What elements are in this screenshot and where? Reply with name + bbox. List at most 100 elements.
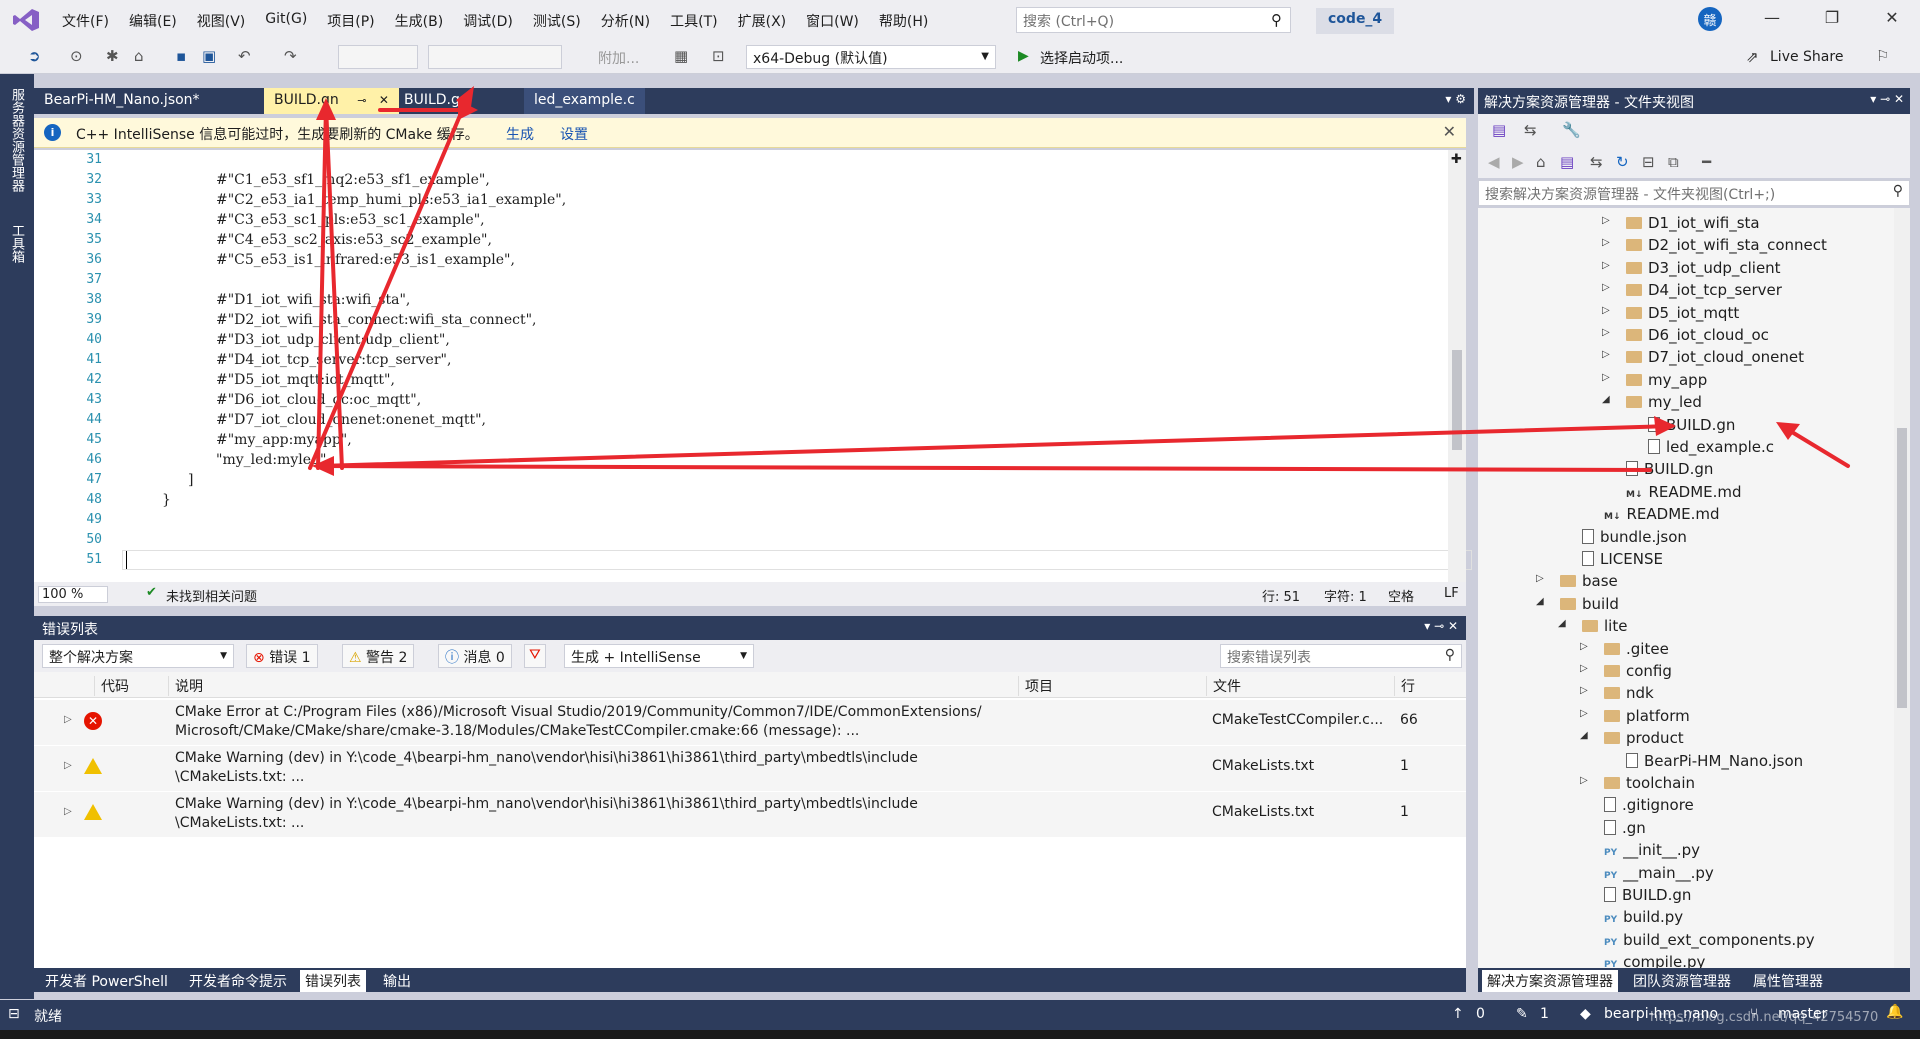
whitespace-status[interactable]: 空格 (1388, 586, 1414, 605)
expand-icon[interactable]: ▷ (1580, 685, 1588, 696)
attach-button[interactable]: 附加... (598, 48, 639, 68)
tab-build-gn-active[interactable]: BUILD.gn ⊸ ✕ (264, 88, 399, 114)
pencil-icon[interactable]: ✎ (1516, 1006, 1528, 1022)
tree-item[interactable]: ▷ my_app (1602, 371, 1707, 391)
code-line[interactable]: #"D7_iot_cloud_onenet:onenet_mqtt", (216, 412, 486, 428)
expand-icon[interactable]: ▷ (1580, 663, 1588, 674)
tree-item[interactable]: PY build.py (1604, 908, 1683, 928)
redo-icon[interactable]: ↷ (284, 47, 297, 65)
open-icon[interactable]: ⌂ (134, 47, 144, 65)
expand-icon[interactable]: ▷ (1602, 372, 1610, 383)
tree-item[interactable]: BUILD.gn (1626, 460, 1713, 480)
new-project-icon[interactable]: ✱ (106, 47, 119, 65)
live-share-button[interactable]: Live Share (1770, 49, 1843, 65)
tree-item[interactable]: PY compile.py (1604, 953, 1705, 968)
scrollbar-thumb[interactable] (1452, 350, 1462, 450)
code-line[interactable]: #"C2_e53_ia1_temp_humi_pls:e53_ia1_examp… (216, 192, 566, 208)
menu-item[interactable]: 生成(B) (385, 9, 454, 33)
search-input[interactable]: 搜索 (Ctrl+Q) ⚲ (1016, 7, 1291, 33)
tab-team-explorer[interactable]: 团队资源管理器 (1628, 970, 1736, 992)
tree-item[interactable]: ◢ build (1536, 595, 1619, 615)
refresh-icon[interactable]: ↻ (1616, 153, 1629, 171)
maximize-icon[interactable]: ❐ (1820, 8, 1844, 27)
menu-item[interactable]: 视图(V) (187, 9, 256, 33)
menu-item[interactable]: 编辑(E) (119, 9, 187, 33)
tree-item[interactable]: .gn (1604, 819, 1646, 839)
avatar[interactable]: 赣 (1698, 7, 1722, 31)
toolbox-tab[interactable]: 工具箱 (7, 224, 26, 263)
panel-controls-icon[interactable]: ▾ ⊸ ✕ (1870, 92, 1904, 106)
tree-item[interactable]: ◢ my_led (1602, 393, 1702, 413)
tree-item[interactable]: ▷ toolchain (1580, 774, 1695, 794)
expand-icon[interactable]: ▷ (1536, 573, 1544, 584)
split-icon[interactable]: ✚ (1451, 152, 1462, 167)
menu-item[interactable]: 扩展(X) (728, 9, 797, 33)
forward-icon[interactable]: ⊙ (70, 47, 83, 65)
tree-item[interactable]: ▷ D3_iot_udp_client (1602, 259, 1781, 279)
pin-icon[interactable]: ⊸ (357, 94, 366, 107)
error-row[interactable]: ▷ ✕ CMake Error at C:/Program Files (x86)/… (34, 700, 1466, 745)
column-description[interactable]: 说明 (168, 676, 203, 696)
code-line[interactable]: #"C5_e53_is1_infrared:e53_is1_example", (216, 252, 515, 268)
close-window-icon[interactable]: ✕ (1880, 8, 1904, 27)
close-tab-icon[interactable]: ✕ (379, 93, 389, 107)
menu-item[interactable]: 文件(F) (52, 9, 119, 33)
code-line[interactable]: #"C4_e53_sc2_axis:e53_sc2_example", (216, 232, 492, 248)
tree-item[interactable]: led_example.c (1648, 438, 1774, 458)
edits-count[interactable]: 1 (1540, 1006, 1549, 1022)
tree-item[interactable]: ▷ D5_iot_mqtt (1602, 304, 1739, 324)
expand-icon[interactable]: ▷ (1580, 641, 1588, 652)
error-row[interactable]: ▷ CMake Warning (dev) in Y:\code_4\bearpi… (34, 792, 1466, 837)
preview-icon[interactable]: ━ (1702, 153, 1711, 171)
expand-icon[interactable]: ▷ (1602, 349, 1610, 360)
messages-filter-button[interactable]: ⓘ 消息 0 (438, 644, 512, 668)
expand-icon[interactable]: ▷ (1580, 775, 1588, 786)
tree-item[interactable]: ▷ .gitee (1580, 640, 1669, 660)
tree-item[interactable]: BearPi-HM_Nano.json (1626, 752, 1803, 772)
issues-status[interactable]: 未找到相关问题 (166, 586, 257, 605)
code-line[interactable]: #"C3_e53_sc1_pls:e53_sc1_example", (216, 212, 485, 228)
back-icon[interactable]: ➲ (28, 47, 41, 65)
menu-item[interactable]: 分析(N) (591, 9, 660, 33)
tree-item[interactable]: M↓ README.md (1604, 505, 1720, 525)
solution-explorer-search[interactable]: 搜索解决方案资源管理器 - 文件夹视图(Ctrl+;) ⚲ (1478, 180, 1910, 206)
expand-icon[interactable]: ◢ (1602, 394, 1610, 405)
expand-icon[interactable]: ▷ (64, 714, 72, 725)
tab-command-prompt[interactable]: 开发者命令提示 (184, 970, 292, 992)
column-project[interactable]: 项目 (1018, 676, 1053, 696)
switch-views-icon[interactable]: ▤ (1492, 121, 1506, 139)
menu-item[interactable]: 调试(D) (453, 9, 523, 33)
tab-led-example[interactable]: led_example.c (524, 88, 645, 114)
collapse-all-icon[interactable]: ⊟ (1642, 153, 1655, 171)
scrollbar-thumb[interactable] (1897, 428, 1907, 708)
code-line[interactable]: ] (188, 472, 193, 488)
tree-item[interactable]: PY __main__.py (1604, 864, 1714, 884)
menu-item[interactable]: 帮助(H) (869, 9, 938, 33)
tab-error-list[interactable]: 错误列表 (300, 970, 366, 992)
sync-icon[interactable]: ⇆ (1524, 121, 1537, 139)
settings-link[interactable]: 设置 (560, 124, 588, 144)
repo-icon[interactable]: ◆ (1580, 1006, 1591, 1022)
screenshot-icon[interactable]: ⊡ (712, 47, 725, 65)
tree-item[interactable]: ▷ D6_iot_cloud_oc (1602, 326, 1769, 346)
menu-item[interactable]: 窗口(W) (796, 9, 869, 33)
tree-item[interactable]: ◢ lite (1558, 617, 1627, 637)
menu-item[interactable]: Git(G) (255, 9, 317, 33)
expand-icon[interactable]: ▷ (64, 806, 72, 817)
code-editor[interactable]: 31 32 33 34 35 36 37 38 39 40 41 42 43 44 45 46 47 48 49 50… (34, 150, 1472, 582)
solution-config-select[interactable] (338, 45, 418, 69)
column-line[interactable]: 行 (1394, 676, 1415, 696)
expand-icon[interactable]: ◢ (1580, 730, 1588, 741)
expand-icon[interactable]: ▷ (1602, 282, 1610, 293)
build-link[interactable]: 生成 (506, 124, 534, 144)
tree-item[interactable]: PY build_ext_components.py (1604, 931, 1815, 951)
tree-item[interactable]: ▷ base (1536, 572, 1618, 592)
panel-controls-icon[interactable]: ▾ ⊸ ✕ (1424, 619, 1458, 633)
code-line[interactable]: #"my_app:myapp", (216, 432, 352, 448)
expand-icon[interactable]: ▷ (1602, 327, 1610, 338)
attach-process-icon[interactable]: ▦ (674, 47, 688, 65)
solution-explorer-scrollbar[interactable] (1894, 208, 1910, 968)
menu-item[interactable]: 工具(T) (660, 9, 727, 33)
save-icon[interactable]: ▪ (176, 47, 186, 65)
tab-build-gn[interactable]: BUILD.gn (394, 88, 479, 114)
